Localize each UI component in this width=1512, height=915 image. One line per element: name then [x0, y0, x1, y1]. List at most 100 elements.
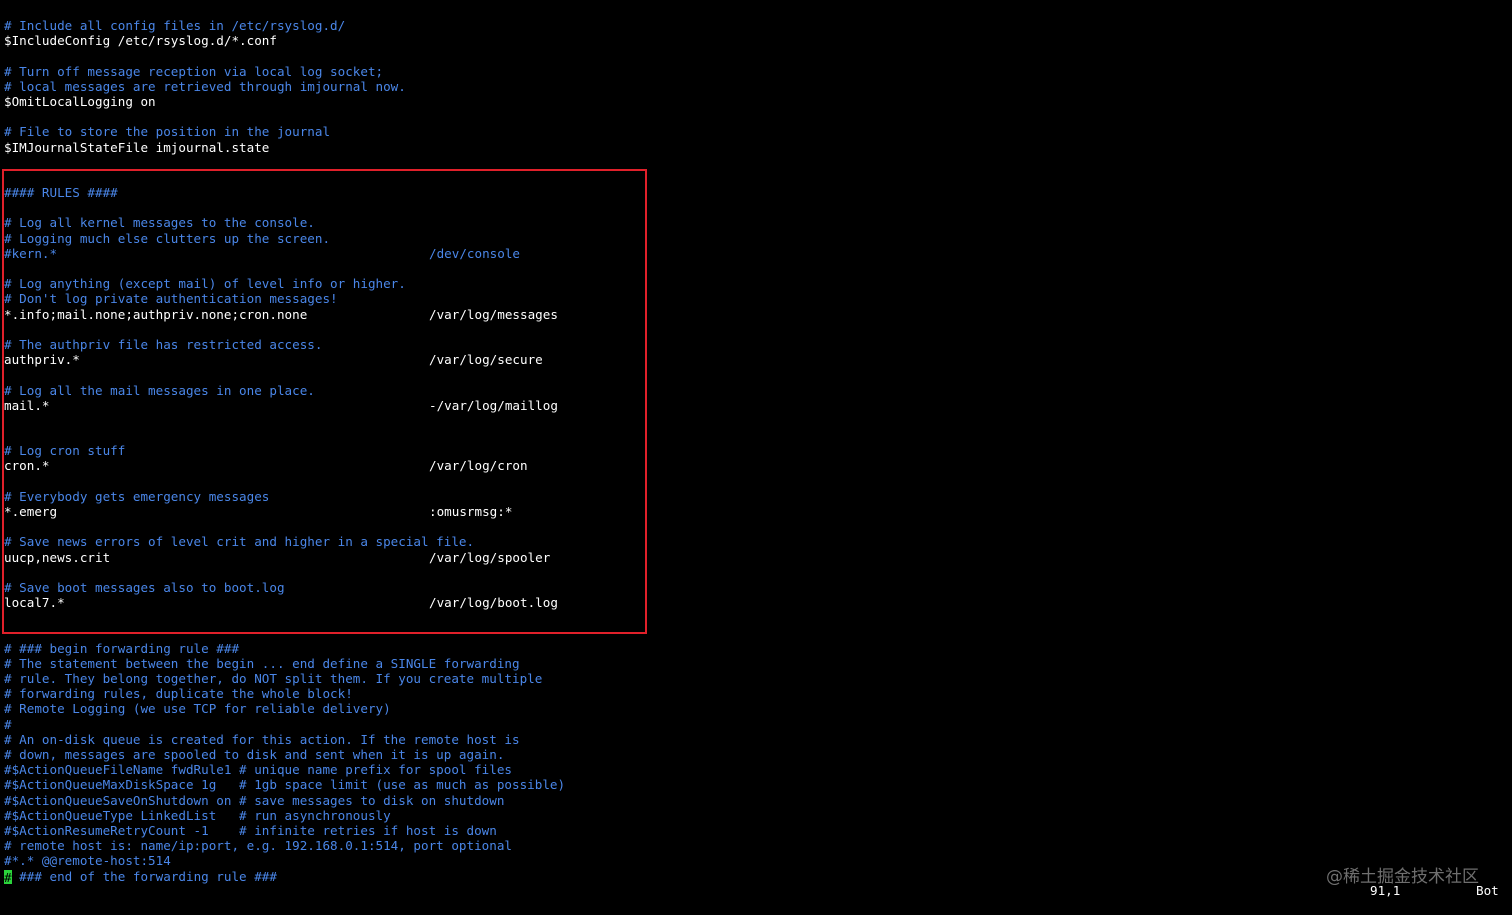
- line-text: # forwarding rules, duplicate the whole …: [4, 686, 353, 702]
- line-text: # local messages are retrieved through i…: [4, 78, 406, 94]
- line-text: mail.*: [4, 397, 50, 413]
- line-text: $OmitLocalLogging on: [4, 93, 156, 109]
- comment-line[interactable]: # Don't log private authentication messa…: [4, 291, 1504, 306]
- comment-line[interactable]: # ### begin forwarding rule ###: [4, 641, 1504, 656]
- line-text: #$ActionQueueMaxDiskSpace 1g # 1gb space…: [4, 777, 566, 793]
- comment-line[interactable]: # The statement between the begin ... en…: [4, 656, 1504, 671]
- config-line[interactable]: *.info;mail.none;authpriv.none;cron.none…: [4, 307, 1504, 322]
- comment-line[interactable]: # Save boot messages also to boot.log: [4, 580, 1504, 595]
- line-text: # Logging much else clutters up the scre…: [4, 230, 331, 246]
- line-text: # remote host is: name/ip:port, e.g. 192…: [4, 838, 512, 854]
- vim-editor-buffer[interactable]: # Include all config files in /etc/rsysl…: [4, 18, 1504, 885]
- comment-line[interactable]: #: [4, 717, 1504, 732]
- comment-line[interactable]: #*.* @@remote-host:514: [4, 853, 1504, 868]
- config-line[interactable]: # ### end of the forwarding rule ###: [4, 868, 1504, 885]
- log-destination: /var/log/messages: [429, 306, 558, 322]
- comment-line[interactable]: #kern.* /dev/console: [4, 246, 1504, 261]
- line-text: #*.* @@remote-host:514: [4, 853, 171, 869]
- comment-line[interactable]: #$ActionQueueType LinkedList # run async…: [4, 808, 1504, 823]
- line-text: # Save news errors of level crit and hig…: [4, 534, 475, 550]
- line-text: #$ActionResumeRetryCount -1 # infinite r…: [4, 822, 497, 838]
- comment-line[interactable]: #$ActionQueueMaxDiskSpace 1g # 1gb space…: [4, 777, 1504, 792]
- blank-line[interactable]: [4, 48, 1504, 63]
- line-text: $IMJournalStateFile imjournal.state: [4, 139, 270, 155]
- config-line[interactable]: *.emerg :omusrmsg:*: [4, 504, 1504, 519]
- comment-line[interactable]: # rule. They belong together, do NOT spl…: [4, 671, 1504, 686]
- line-text-rest: ### end of the forwarding rule ###: [11, 868, 277, 884]
- config-line[interactable]: $IncludeConfig /etc/rsyslog.d/*.conf: [4, 33, 1504, 48]
- line-text: #### RULES ####: [4, 185, 118, 201]
- blank-line[interactable]: [4, 261, 1504, 276]
- config-line[interactable]: cron.* /var/log/cron: [4, 458, 1504, 473]
- comment-line[interactable]: # Turn off message reception via local l…: [4, 64, 1504, 79]
- comment-line[interactable]: # Log all the mail messages in one place…: [4, 383, 1504, 398]
- line-text: # Log all kernel messages to the console…: [4, 215, 315, 231]
- line-text: # Don't log private authentication messa…: [4, 291, 338, 307]
- comment-line[interactable]: # forwarding rules, duplicate the whole …: [4, 686, 1504, 701]
- comment-line[interactable]: #$ActionQueueSaveOnShutdown on # save me…: [4, 793, 1504, 808]
- cursor-position-indicator: 91,1: [1370, 883, 1401, 898]
- line-text: # Turn off message reception via local l…: [4, 63, 384, 79]
- text-cursor: #: [4, 869, 12, 885]
- config-line[interactable]: authpriv.* /var/log/secure: [4, 352, 1504, 367]
- comment-line[interactable]: # Remote Logging (we use TCP for reliabl…: [4, 701, 1504, 716]
- blank-line[interactable]: [4, 428, 1504, 443]
- blank-line[interactable]: [4, 565, 1504, 580]
- comment-line[interactable]: # The authpriv file has restricted acces…: [4, 337, 1504, 352]
- blank-line[interactable]: [4, 626, 1504, 641]
- comment-line[interactable]: # down, messages are spooled to disk and…: [4, 747, 1504, 762]
- scroll-position-indicator: Bot: [1476, 883, 1499, 898]
- line-text: # Log anything (except mail) of level in…: [4, 276, 406, 292]
- config-line[interactable]: $OmitLocalLogging on: [4, 94, 1504, 109]
- comment-line[interactable]: # remote host is: name/ip:port, e.g. 192…: [4, 838, 1504, 853]
- comment-line[interactable]: # File to store the position in the jour…: [4, 124, 1504, 139]
- comment-line[interactable]: # Include all config files in /etc/rsysl…: [4, 18, 1504, 33]
- blank-line[interactable]: [4, 413, 1504, 428]
- comment-line[interactable]: #$ActionQueueFileName fwdRule1 # unique …: [4, 762, 1504, 777]
- line-text: # Include all config files in /etc/rsysl…: [4, 18, 346, 33]
- config-line[interactable]: local7.* /var/log/boot.log: [4, 595, 1504, 610]
- line-text: # rule. They belong together, do NOT spl…: [4, 671, 543, 687]
- line-text: # The authpriv file has restricted acces…: [4, 336, 323, 352]
- blank-line[interactable]: [4, 519, 1504, 534]
- line-text: cron.*: [4, 458, 50, 474]
- comment-line[interactable]: # Logging much else clutters up the scre…: [4, 231, 1504, 246]
- line-text: #$ActionQueueType LinkedList # run async…: [4, 807, 391, 823]
- line-text: local7.*: [4, 595, 65, 611]
- line-text: #: [4, 716, 12, 732]
- comment-line[interactable]: # local messages are retrieved through i…: [4, 79, 1504, 94]
- comment-line[interactable]: # Log anything (except mail) of level in…: [4, 276, 1504, 291]
- config-line[interactable]: $IMJournalStateFile imjournal.state: [4, 140, 1504, 155]
- blank-line[interactable]: [4, 474, 1504, 489]
- blank-line[interactable]: [4, 170, 1504, 185]
- comment-line[interactable]: # Save news errors of level crit and hig…: [4, 534, 1504, 549]
- comment-line[interactable]: # An on-disk queue is created for this a…: [4, 732, 1504, 747]
- line-text: # Remote Logging (we use TCP for reliabl…: [4, 701, 391, 717]
- line-text: authpriv.*: [4, 352, 80, 368]
- comment-line[interactable]: # Everybody gets emergency messages: [4, 489, 1504, 504]
- comment-line[interactable]: #### RULES ####: [4, 185, 1504, 200]
- line-text: # ### end of the forwarding rule ###: [4, 868, 277, 885]
- log-destination: /dev/console: [429, 245, 520, 261]
- config-line[interactable]: uucp,news.crit/var/log/spooler: [4, 550, 1504, 565]
- line-text: $IncludeConfig /etc/rsyslog.d/*.conf: [4, 33, 277, 49]
- comment-line[interactable]: # Log cron stuff: [4, 443, 1504, 458]
- log-destination: /var/log/boot.log: [429, 595, 558, 611]
- blank-line[interactable]: [4, 367, 1504, 382]
- line-text: # File to store the position in the jour…: [4, 124, 331, 140]
- blank-line[interactable]: [4, 155, 1504, 170]
- blank-line[interactable]: [4, 322, 1504, 337]
- comment-line[interactable]: # Log all kernel messages to the console…: [4, 215, 1504, 230]
- log-destination: -/var/log/maillog: [429, 397, 558, 413]
- blank-line[interactable]: [4, 610, 1504, 625]
- line-text: *.emerg: [4, 504, 58, 519]
- line-text: # ### begin forwarding rule ###: [4, 640, 240, 656]
- watermark: @稀土掘金技术社区: [1326, 867, 1479, 887]
- line-text: #kern.*: [4, 245, 58, 261]
- log-destination: /var/log/cron: [429, 458, 528, 474]
- config-line[interactable]: mail.* -/var/log/maillog: [4, 398, 1504, 413]
- blank-line[interactable]: [4, 200, 1504, 215]
- blank-line[interactable]: [4, 109, 1504, 124]
- comment-line[interactable]: #$ActionResumeRetryCount -1 # infinite r…: [4, 823, 1504, 838]
- log-destination: :omusrmsg:*: [429, 504, 513, 519]
